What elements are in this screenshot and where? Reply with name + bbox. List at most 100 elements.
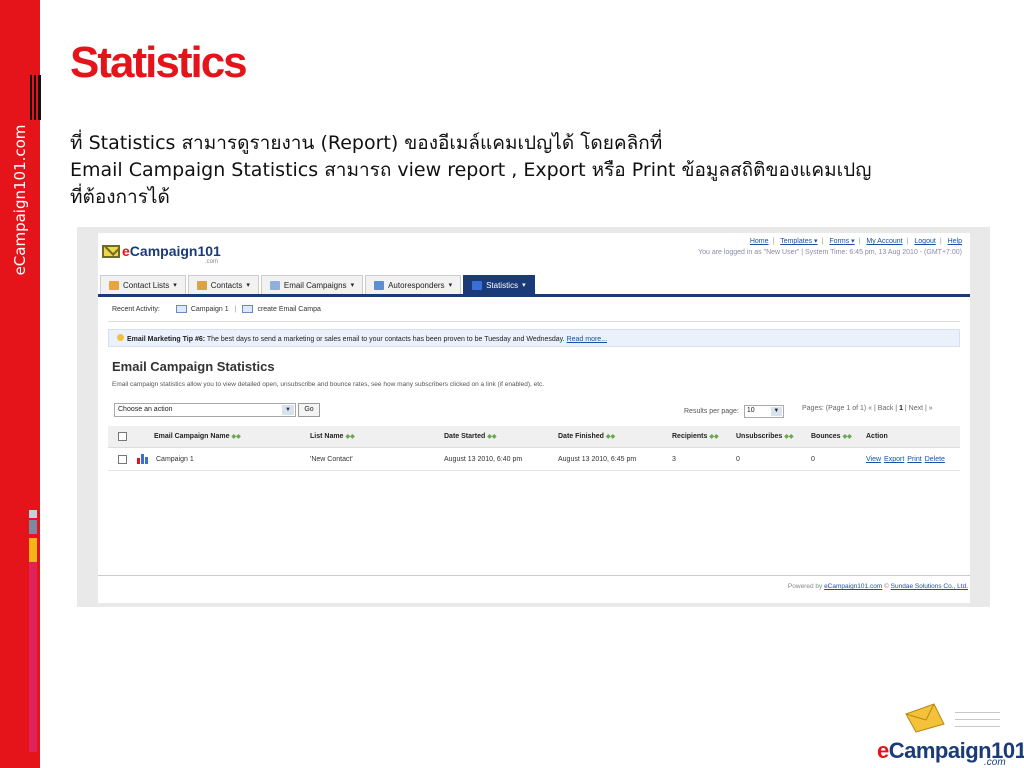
table-header: Email Campaign Name ◆◆ List Name ◆◆ Date S… [108, 426, 960, 448]
tip-text: The best days to send a marketing or sal… [205, 336, 565, 343]
chevron-down-icon: ▼ [282, 405, 294, 415]
tip-banner: Email Marketing Tip #6: The best days to… [108, 329, 960, 347]
help-link[interactable]: Help [948, 238, 962, 245]
recent-item-create[interactable]: create Email Campa [257, 306, 320, 313]
divider [108, 321, 960, 322]
row-checkbox[interactable] [118, 455, 127, 464]
action-select[interactable]: Choose an action ▼ [114, 403, 296, 417]
contact-lists-icon [109, 280, 119, 290]
read-more-link[interactable]: Read more... [567, 336, 607, 343]
recent-activity-label: Recent Activity: [112, 305, 160, 313]
site-link[interactable]: eCampaign101.com [824, 583, 882, 590]
slide-line-1: ที่ Statistics สามารดูรายงาน (Report) ขอ… [70, 132, 663, 154]
chevron-down-icon: ▾ [173, 282, 177, 289]
chevron-down-icon: ▾ [350, 282, 355, 289]
col-unsubscribes[interactable]: Unsubscribes ◆◆ [736, 433, 794, 440]
tab-contacts[interactable]: Contacts ▾ [187, 275, 259, 294]
col-date-finished[interactable]: Date Finished ◆◆ [558, 433, 615, 440]
pager-prev[interactable]: « | Back | [868, 405, 897, 412]
view-link[interactable]: View [866, 456, 881, 463]
section-title: Email Campaign Statistics [112, 359, 275, 374]
pager-current: 1 [899, 405, 903, 412]
col-action: Action [866, 433, 888, 440]
cell-campaign-name: Campaign 1 [156, 456, 194, 463]
app-logo[interactable]: eCampaign101 [102, 243, 221, 259]
title-decor-bars [30, 75, 42, 120]
tab-contact-lists[interactable]: Contact Lists ▾ [100, 275, 186, 294]
col-date-started[interactable]: Date Started ◆◆ [444, 433, 496, 440]
statistics-icon [472, 280, 483, 290]
logo-suffix: .com [205, 259, 219, 265]
col-recipients[interactable]: Recipients ◆◆ [672, 433, 719, 440]
logout-link[interactable]: Logout [914, 238, 935, 245]
go-button[interactable]: Go [298, 403, 320, 417]
templates-link[interactable]: Templates ▾ [780, 238, 817, 245]
sort-icon: ◆◆ [345, 434, 355, 440]
slide-title: Statistics [70, 38, 248, 87]
results-per-page-label: Results per page: [684, 408, 739, 415]
cell-list-name: 'New Contact' [310, 456, 353, 463]
app-window: eCampaign101 .com Home | Templates ▾ | For… [98, 233, 970, 603]
side-decor-1 [29, 510, 37, 518]
pager-info: Pages: (Page 1 of 1) [802, 405, 867, 412]
slide-body: ที่ Statistics สามารดูรายงาน (Report) ขอ… [70, 130, 970, 211]
autoresponders-icon [374, 280, 385, 290]
recent-item-campaign[interactable]: Campaign 1 [191, 306, 229, 313]
cell-date-started: August 13 2010, 6:40 pm [444, 456, 523, 463]
select-all-checkbox[interactable] [118, 432, 127, 441]
pager-next[interactable]: | Next | » [905, 405, 933, 412]
home-link[interactable]: Home [750, 238, 769, 245]
cell-date-finished: August 13 2010, 6:45 pm [558, 456, 637, 463]
cell-recipients: 3 [672, 456, 676, 463]
envelope-icon [102, 244, 120, 258]
recent-activity: Recent Activity: Campaign 1 | create Ema… [112, 305, 321, 313]
tab-email-campaigns[interactable]: Email Campaigns ▾ [260, 275, 364, 294]
envelope-icon [905, 703, 945, 733]
col-campaign-name[interactable]: Email Campaign Name ◆◆ [154, 433, 241, 440]
cell-bounces: 0 [811, 456, 815, 463]
slide-line-2: Email Campaign Statistics สามารถ view re… [70, 159, 872, 181]
chevron-down-icon: ▼ [770, 407, 782, 416]
tab-statistics[interactable]: Statistics ▾ [463, 275, 535, 294]
main-tabs: Contact Lists ▾ Contacts ▾ Email Campaigns… [100, 275, 537, 294]
results-per-page-select[interactable]: 10 ▼ [743, 405, 784, 418]
login-status: You are logged in as "New User" | System… [698, 249, 962, 256]
cell-unsubscribes: 0 [736, 456, 740, 463]
lightbulb-icon [117, 334, 124, 341]
col-bounces[interactable]: Bounces ◆◆ [811, 433, 852, 440]
side-brand: eCampaign101.com [0, 0, 40, 300]
results-per-page: Results per page: 10 ▼ [684, 405, 784, 418]
slide-line-3: ที่ต้องการได้ [70, 186, 170, 208]
contacts-icon [196, 280, 207, 290]
bar-chart-icon [137, 454, 148, 464]
side-decor-3 [29, 538, 37, 562]
sort-icon: ◆◆ [784, 434, 794, 440]
sort-icon: ◆◆ [487, 434, 497, 440]
tab-autoresponders[interactable]: Autoresponders ▾ [365, 275, 462, 294]
chevron-down-icon: ▾ [448, 282, 453, 289]
my-account-link[interactable]: My Account [866, 238, 902, 245]
tip-title: Email Marketing Tip #6: [127, 336, 206, 343]
top-links: Home | Templates ▾ | Forms ▾ | My Account | … [698, 238, 962, 256]
sort-icon: ◆◆ [842, 434, 852, 440]
powered-by: Powered by eCampaign101.com © Sundae Sol… [787, 583, 968, 590]
mail-icon [242, 305, 254, 313]
delete-link[interactable]: Delete [925, 456, 945, 463]
side-decor-2 [29, 520, 37, 534]
print-link[interactable]: Print [907, 456, 921, 463]
chevron-down-icon: ▾ [246, 282, 250, 289]
logo-text: eCampaign101 [122, 243, 221, 259]
sort-icon: ◆◆ [605, 434, 616, 440]
chevron-down-icon: ▾ [522, 282, 526, 289]
forms-link[interactable]: Forms ▾ [829, 238, 854, 245]
col-list-name[interactable]: List Name ◆◆ [310, 433, 355, 440]
mail-icon [175, 305, 187, 313]
pager: Pages: (Page 1 of 1) « | Back | 1 | Next… [802, 405, 933, 412]
table-row: Campaign 1 'New Contact' August 13 2010,… [108, 449, 960, 471]
export-link[interactable]: Export [884, 456, 904, 463]
tab-bar-line [98, 294, 970, 297]
company-link[interactable]: Sundae Solutions Co., Ltd. [891, 583, 968, 590]
sort-icon: ◆◆ [231, 434, 241, 440]
brand-suffix: .com [984, 757, 1006, 768]
brand-lines [955, 712, 1000, 733]
